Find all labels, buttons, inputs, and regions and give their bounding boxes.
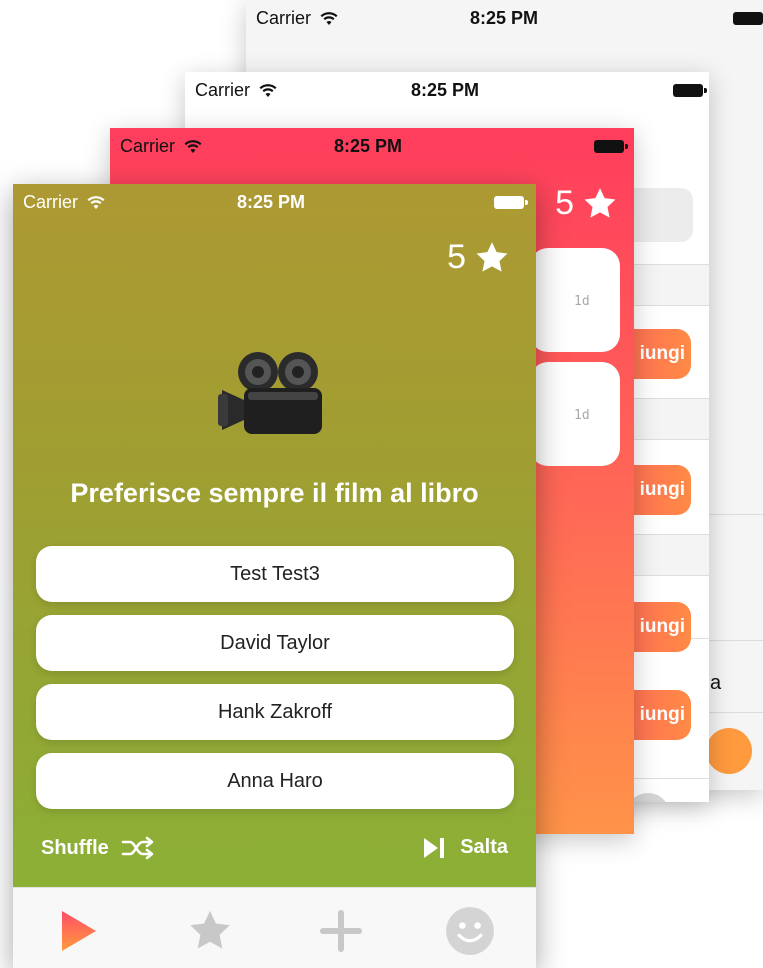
- ranking-card[interactable]: 1d: [530, 248, 620, 352]
- star-icon: [190, 910, 230, 949]
- wifi-icon: [184, 140, 202, 154]
- answer-options: Test Test3 David Taylor Hank Zakroff Ann…: [36, 546, 514, 822]
- play-icon: [62, 911, 96, 951]
- carrier: Carrier: [120, 136, 202, 157]
- status-bar: Carrier 8:25 PM: [185, 72, 709, 108]
- game-screen: Carrier 8:25 PM 5 Preferisce sempre il f…: [13, 184, 536, 968]
- status-bar: Carrier 8:25 PM: [110, 128, 634, 164]
- points-counter: 5: [555, 184, 618, 223]
- plus-icon: [320, 910, 362, 952]
- answer-option[interactable]: Anna Haro: [36, 753, 514, 809]
- answer-option[interactable]: Hank Zakroff: [36, 684, 514, 740]
- status-time: 8:25 PM: [334, 136, 403, 156]
- movie-camera-icon: [218, 352, 322, 434]
- status-bar: Carrier 8:25 PM: [246, 0, 763, 36]
- status-bar: Carrier 8:25 PM: [13, 184, 536, 220]
- answer-option[interactable]: Test Test3: [36, 546, 514, 602]
- ranking-card[interactable]: 1d: [530, 362, 620, 466]
- shuffle-button[interactable]: Shuffle: [41, 836, 155, 860]
- carrier: Carrier: [195, 80, 277, 101]
- star-icon: [476, 241, 508, 272]
- tab-favorites[interactable]: [185, 906, 235, 956]
- tab-profile[interactable]: [445, 906, 495, 956]
- battery-icon: [733, 12, 763, 25]
- status-time: 8:25 PM: [237, 192, 306, 212]
- card-age: 1d: [574, 408, 590, 423]
- skip-label: Salta: [460, 836, 508, 858]
- battery-icon: [494, 196, 528, 209]
- card-age: 1d: [574, 294, 590, 309]
- shuffle-icon: [121, 836, 154, 860]
- shuffle-label: Shuffle: [41, 836, 109, 859]
- carrier: Carrier: [256, 8, 338, 29]
- wifi-icon: [259, 84, 277, 98]
- tab-bar: [13, 887, 536, 968]
- star-icon: [584, 187, 616, 218]
- skip-button[interactable]: Salta: [422, 836, 508, 859]
- skip-icon: [424, 837, 445, 858]
- battery-icon: [594, 140, 628, 153]
- answer-option[interactable]: David Taylor: [36, 615, 514, 671]
- partial-label: a: [710, 672, 722, 694]
- tab-add[interactable]: [316, 906, 366, 956]
- status-time: 8:25 PM: [411, 80, 480, 100]
- tab-play[interactable]: [53, 906, 103, 956]
- wifi-icon: [87, 196, 105, 210]
- smile-icon: [446, 907, 494, 955]
- wifi-icon: [320, 12, 338, 26]
- carrier: Carrier: [23, 192, 105, 213]
- avatar: [706, 728, 752, 774]
- points-counter: 5: [447, 238, 510, 277]
- status-time: 8:25 PM: [470, 8, 539, 28]
- question-text: Preferisce sempre il film al libro: [70, 478, 479, 508]
- battery-icon: [673, 84, 707, 97]
